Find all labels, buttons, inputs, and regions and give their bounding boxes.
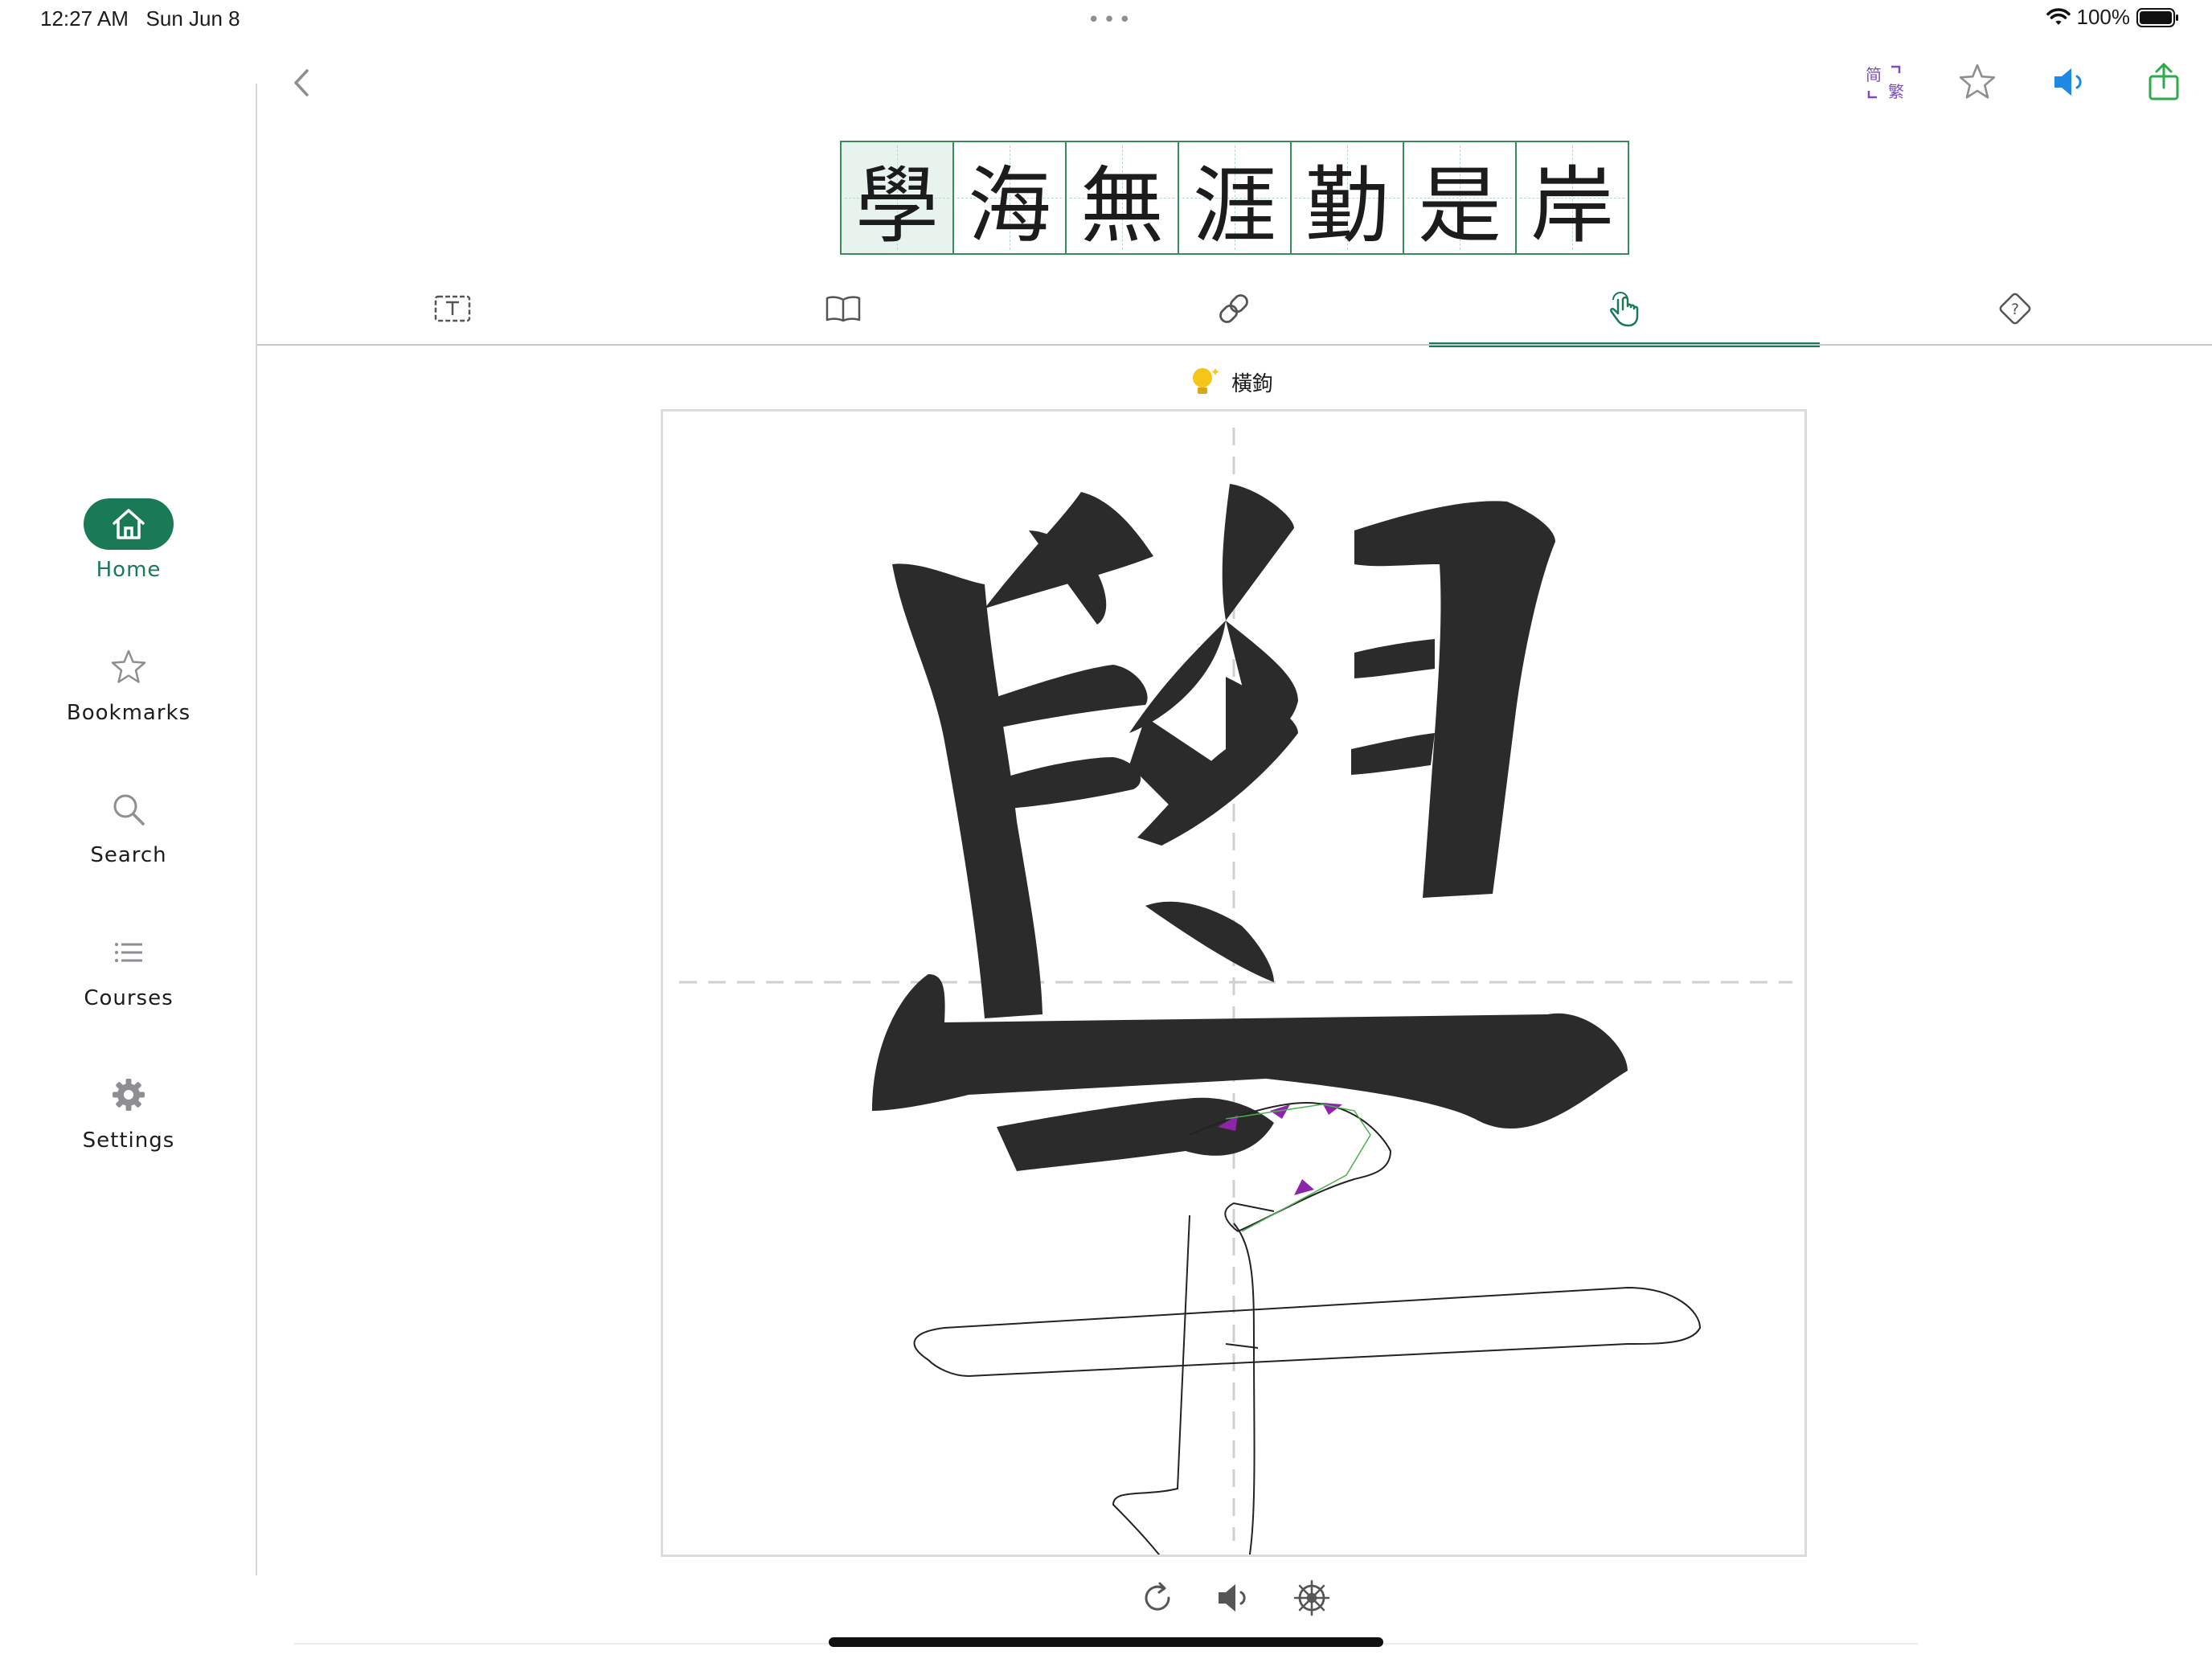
char-glyph: 學 bbox=[854, 156, 939, 255]
question-diamond-icon: ? bbox=[1999, 293, 2031, 325]
link-icon bbox=[1219, 294, 1248, 323]
pronounce-button[interactable] bbox=[2046, 58, 2095, 106]
sidebar-icon-pill bbox=[84, 498, 174, 550]
hand-pointer-icon bbox=[1610, 292, 1639, 327]
status-indicators: 100% bbox=[2046, 5, 2181, 30]
tabbar-divider bbox=[257, 344, 2212, 346]
lightbulb-icon bbox=[1193, 368, 1219, 394]
canvas-settings-button[interactable] bbox=[1288, 1574, 1336, 1622]
sidebar-icon-pill bbox=[84, 1069, 174, 1120]
phrase-character-strip: 學 海 無 涯 勤 是 岸 bbox=[840, 141, 1629, 255]
replay-button[interactable] bbox=[1133, 1574, 1182, 1622]
list-icon bbox=[115, 943, 142, 962]
gear-icon bbox=[113, 1079, 145, 1111]
tab-quiz[interactable]: ? bbox=[1820, 273, 2210, 344]
char-glyph: 岸 bbox=[1530, 156, 1614, 255]
battery-percent: 100% bbox=[2076, 5, 2131, 29]
char-glyph: 是 bbox=[1417, 156, 1501, 255]
svg-text:?: ? bbox=[2011, 301, 2019, 318]
text-box-icon bbox=[434, 295, 471, 322]
completed-strokes bbox=[872, 484, 1628, 1171]
tab-related[interactable] bbox=[1038, 273, 1429, 344]
share-button[interactable] bbox=[2140, 58, 2188, 106]
speaker-icon bbox=[1219, 1584, 1246, 1612]
speaker-icon bbox=[2054, 68, 2082, 96]
sidebar-item-label: Home bbox=[96, 558, 162, 582]
sidebar-icon-pill bbox=[84, 784, 174, 835]
status-time: 12:27 AM Sun Jun 8 bbox=[40, 6, 240, 31]
share-icon bbox=[2149, 63, 2179, 100]
char-glyph: 海 bbox=[967, 156, 1051, 255]
tab-stroke-practice[interactable] bbox=[1429, 273, 1820, 347]
script-toggle-icon: 简 繁 bbox=[1864, 62, 1904, 102]
back-button[interactable] bbox=[286, 63, 318, 103]
status-clock: 12:27 AM bbox=[40, 6, 129, 31]
book-icon bbox=[825, 296, 861, 322]
stroke-hint: 橫鉤 bbox=[1188, 363, 1273, 400]
writing-canvas[interactable] bbox=[661, 409, 1807, 1557]
sidebar-item-label: Courses bbox=[84, 986, 174, 1010]
tab-dictionary[interactable] bbox=[648, 273, 1038, 344]
wifi-icon bbox=[2046, 7, 2071, 25]
char-tile[interactable]: 海 bbox=[954, 142, 1067, 255]
char-tile[interactable]: 岸 bbox=[1517, 142, 1628, 255]
status-date: Sun Jun 8 bbox=[145, 6, 240, 31]
multitasking-dots-icon[interactable]: ••• bbox=[1088, 8, 1134, 32]
home-indicator[interactable] bbox=[829, 1637, 1383, 1647]
sidebar-item-label: Bookmarks bbox=[66, 701, 191, 725]
audio-button[interactable] bbox=[1210, 1574, 1259, 1622]
battery-icon bbox=[2136, 7, 2178, 27]
script-toggle-button[interactable]: 简 繁 bbox=[1860, 58, 1908, 106]
sidebar-item-settings[interactable]: Settings bbox=[32, 1069, 225, 1153]
sidebar-item-bookmarks[interactable]: Bookmarks bbox=[32, 641, 225, 725]
sidebar-item-label: Search bbox=[90, 843, 167, 867]
stroke-name: 橫鉤 bbox=[1231, 371, 1274, 396]
tab-text[interactable] bbox=[257, 273, 648, 344]
char-tile[interactable]: 涯 bbox=[1179, 142, 1292, 255]
current-stroke-outline bbox=[913, 1101, 1702, 1555]
bookmark-button[interactable] bbox=[1953, 58, 2001, 106]
search-icon bbox=[113, 794, 145, 825]
sidebar-icon-pill bbox=[84, 641, 174, 693]
sidebar-item-label: Settings bbox=[82, 1129, 175, 1153]
sidebar-icon-pill bbox=[84, 927, 174, 978]
char-glyph: 勤 bbox=[1305, 156, 1389, 255]
star-icon bbox=[111, 649, 146, 683]
detail-tabbar: ? bbox=[257, 273, 2212, 347]
char-tile[interactable]: 是 bbox=[1404, 142, 1517, 255]
home-icon bbox=[113, 509, 145, 539]
sidebar-item-courses[interactable]: Courses bbox=[32, 927, 225, 1010]
star-icon bbox=[1959, 63, 1996, 99]
char-tile[interactable]: 無 bbox=[1067, 142, 1179, 255]
stroke-order-drawing bbox=[679, 428, 1792, 1555]
char-tile-selected[interactable]: 學 bbox=[842, 142, 954, 255]
settings-wheel-icon bbox=[1293, 1579, 1330, 1616]
chevron-left-icon bbox=[294, 69, 309, 96]
sidebar-item-home[interactable]: Home bbox=[32, 498, 225, 582]
char-tile[interactable]: 勤 bbox=[1292, 142, 1404, 255]
char-glyph: 涯 bbox=[1192, 156, 1276, 255]
char-glyph: 無 bbox=[1079, 156, 1164, 255]
sidebar-item-search[interactable]: Search bbox=[32, 784, 225, 867]
redo-icon bbox=[1145, 1582, 1170, 1611]
